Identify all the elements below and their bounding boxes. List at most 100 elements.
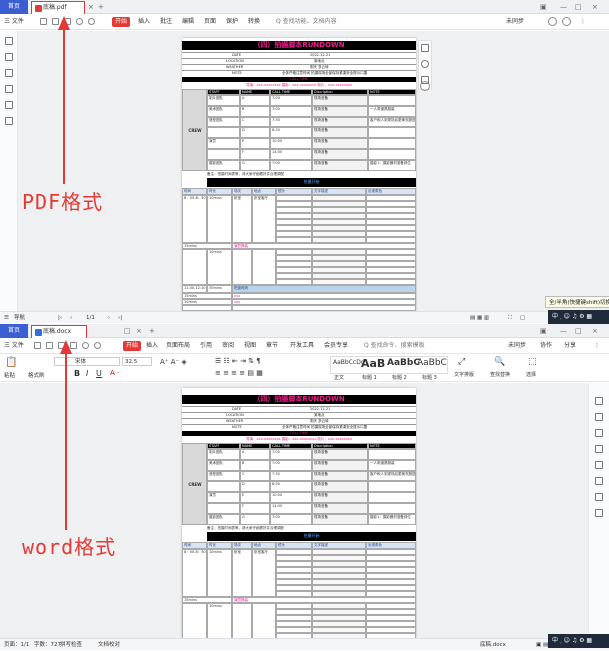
pen-icon[interactable] [595,397,603,405]
ime-toolbar[interactable]: 中 ⸒ ☺ ♫ ⚙ ▦ [548,310,609,324]
tab-close-icon[interactable]: × [88,0,94,14]
search-box[interactable]: Q 查找功能、文档内容 [276,14,337,30]
sync-status-2[interactable]: 未同步 [508,338,526,354]
next-page-icon[interactable]: › [108,312,110,324]
style-normal-preview[interactable]: AaBbCcDd [333,359,365,366]
select-button[interactable]: 选择 [526,371,536,378]
tab-start-2[interactable]: 开始 [123,341,142,351]
box-icon[interactable] [595,445,603,453]
tab-insert[interactable]: 插入 [138,14,150,30]
list-buttons[interactable]: ☰ ☷ ⇤ ⇥ ⇅ ¶ [215,357,261,365]
collaborate-button[interactable]: 协作 [540,338,552,354]
tab-page[interactable]: 页面 [204,14,216,30]
undo-icon[interactable] [76,18,83,25]
command-search[interactable]: Q 查找命令、搜索模板 [364,338,425,354]
undo-icon-2[interactable] [82,342,89,349]
tab-review[interactable]: 审阅 [222,338,234,354]
page-indicator[interactable]: 1/1 [86,312,95,324]
paste-icon[interactable]: 📋 [5,357,17,368]
find-replace-icon[interactable]: 🔍 [494,357,505,367]
window-layout-icon[interactable]: ▣ [540,0,547,14]
nav-icon[interactable]: ☰ [4,312,9,324]
tab-layout[interactable]: 页面布局 [166,338,190,354]
select-icon[interactable]: ⬚ [528,357,537,367]
sync-status[interactable]: 未同步 [506,14,524,30]
word-count[interactable]: 字数：727 [34,639,61,651]
open-icon[interactable] [40,18,47,25]
tab-start[interactable]: 开始 [112,17,131,27]
redo-icon-2[interactable] [94,342,101,349]
maximize-icon[interactable]: □ [575,0,582,14]
tab-member[interactable]: 会员专享 [324,338,348,354]
paste-label[interactable]: 粘贴 [4,371,15,379]
view-mode-icon[interactable]: ▤ ▦ ▥ [470,312,489,324]
last-page-icon[interactable]: ›| [118,312,122,324]
style-h3-preview[interactable]: AaBbC [417,358,447,368]
thumbnail-icon[interactable] [5,53,13,61]
clear-format-icon[interactable]: A⁺ A⁻ ◈ [160,358,187,366]
new-tab-icon-2[interactable]: + [149,324,155,338]
minimize-icon-2[interactable]: — [560,324,567,338]
close-icon-2[interactable]: × [592,324,598,338]
home-tab-2[interactable]: 首页 [0,324,28,338]
layer-icon[interactable] [5,117,13,125]
minimize-icon[interactable]: — [560,0,567,14]
more-icon-2[interactable]: ⋮ [594,338,600,354]
tab-view[interactable]: 视图 [244,338,256,354]
signature-icon[interactable] [5,101,13,109]
tab-reference[interactable]: 引用 [200,338,212,354]
file-menu[interactable]: 三 文件 [4,14,24,30]
file-menu-2[interactable]: 三 文件 [4,338,24,354]
home-tab[interactable]: 首页 [0,0,28,14]
tab-convert[interactable]: 转换 [248,14,260,30]
more-options-icon[interactable] [420,81,430,91]
cursor-icon[interactable] [595,429,603,437]
tab-section[interactable]: 章节 [266,338,278,354]
zoom-fit-icon[interactable] [421,44,429,52]
align-buttons[interactable]: ≡ ≡ ≡ ≡ ▤ ▦ [215,369,263,377]
spell-check[interactable]: 拼写检查 [60,639,82,651]
window-layout-icon-2[interactable]: ▣ [540,324,547,338]
export-icon[interactable] [46,342,53,349]
settings-sidebar-icon[interactable] [595,493,603,501]
tab-protect[interactable]: 保护 [226,14,238,30]
text-layout-button[interactable]: 文字排版 [454,371,474,378]
tab-annotate[interactable]: 批注 [160,14,172,30]
pdf-doc-tab[interactable]: 底稿.pdf [31,1,85,14]
doc-proofread[interactable]: 文档校对 [98,639,120,651]
tab-close-icon-2[interactable]: × [136,324,142,338]
ime-toolbar-2[interactable]: 中 ⸒ ☺ ♫ ⚙ ▦ [548,634,609,648]
share-button[interactable]: 分享 [564,338,576,354]
settings-icon[interactable] [548,17,557,26]
help-icon[interactable] [562,17,571,26]
text-layout-icon[interactable]: ⤢ [458,357,465,367]
format-painter[interactable]: 格式刷 [28,371,45,379]
save-icon-2[interactable] [34,342,41,349]
font-color-button[interactable]: A · [110,369,119,377]
first-page-icon[interactable]: |‹ [58,312,62,324]
find-replace-button[interactable]: 查找替换 [490,371,510,378]
fit-page-icon[interactable]: ▢ [520,312,525,324]
style-h2-preview[interactable]: AaBbC [387,358,420,368]
italic-button[interactable]: I [86,369,88,378]
prev-page-icon[interactable]: ‹ [70,312,72,324]
tab-insert-2[interactable]: 插入 [146,338,158,354]
close-icon[interactable]: × [592,0,598,14]
page-count[interactable]: 页面：1/1 [4,639,29,651]
zoom-in-icon[interactable] [421,60,429,68]
bookmark-icon[interactable] [5,37,13,45]
tab-developer[interactable]: 开发工具 [290,338,314,354]
tab-edit[interactable]: 编辑 [182,14,194,30]
docx-doc-tab[interactable]: 底稿.docx [31,325,87,338]
tab-pin-icon[interactable]: □ [124,324,131,338]
redo-icon[interactable] [88,18,95,25]
fit-icon[interactable] [595,509,603,517]
edit-icon[interactable] [595,413,603,421]
style-gallery[interactable]: AaBbCcDd AaB AaBbC AaBbC [330,356,448,374]
new-tab-icon[interactable]: + [98,0,104,14]
more-icon[interactable]: ⋮ [580,14,586,30]
maximize-icon-2[interactable]: □ [575,324,582,338]
comment-icon[interactable] [5,69,13,77]
attachment-icon[interactable] [5,85,13,93]
underline-button[interactable]: U [96,369,102,378]
